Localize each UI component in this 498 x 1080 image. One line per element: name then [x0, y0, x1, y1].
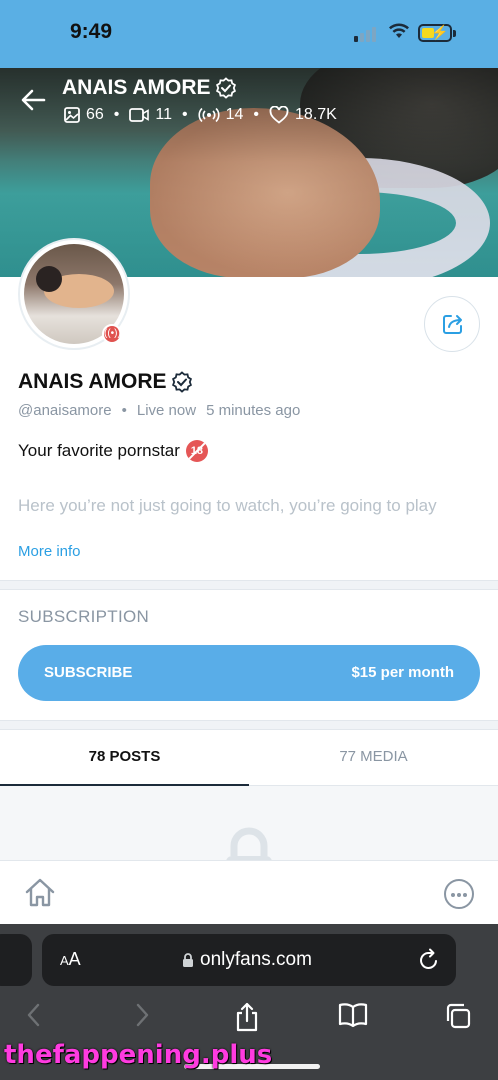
video-icon [129, 108, 150, 122]
meta-separator: • [121, 402, 127, 419]
adults-only-icon: 18 [185, 440, 208, 462]
subscribe-price: $15 per month [351, 664, 454, 681]
more-info-link[interactable]: More info [18, 543, 81, 560]
tab-media[interactable]: 77 MEDIA [249, 730, 498, 786]
battery-icon: ⚡ [418, 24, 456, 42]
share-icon [443, 315, 462, 334]
address-bar[interactable]: AA onlyfans.com [42, 934, 456, 986]
chevron-right-icon[interactable] [132, 1002, 152, 1028]
stat-separator: • [113, 106, 120, 123]
profile-name: ANAIS AMORE [18, 370, 193, 394]
last-seen: 5 minutes ago [206, 402, 301, 419]
bottom-nav [0, 860, 498, 924]
more-icon[interactable] [444, 879, 474, 909]
reader-settings-button[interactable]: AA [60, 949, 81, 970]
subscribe-button[interactable]: SUBSCRIBE $15 per month [18, 645, 480, 701]
bookmarks-icon[interactable] [338, 1002, 368, 1028]
bio-first-line: Your favorite pornstar 18 [18, 440, 208, 462]
subscription-heading: SUBSCRIPTION [18, 607, 150, 626]
cover-stats: 66 • 11 • 14 • 18.7K [64, 106, 337, 124]
live-badge-icon: ((•)) [102, 324, 122, 344]
profile-name-text: ANAIS AMORE [18, 370, 167, 393]
cellular-signal-icon [354, 26, 380, 42]
url-display: onlyfans.com [182, 949, 312, 971]
verified-icon [215, 77, 236, 99]
aa-text: A [68, 949, 81, 969]
share-sheet-icon[interactable] [234, 1002, 260, 1032]
photos-stat: 66 [64, 106, 104, 124]
share-button[interactable] [424, 296, 480, 352]
stat-separator: • [253, 106, 260, 123]
status-time: 9:49 [70, 20, 113, 43]
cover-title: ANAIS AMORE [62, 76, 237, 100]
tab-posts[interactable]: 78 POSTS [0, 730, 249, 786]
back-arrow-icon[interactable] [20, 88, 46, 112]
live-status: Live now [136, 402, 197, 419]
videos-count: 11 [155, 106, 173, 123]
locked-feed [0, 786, 498, 860]
bio-fade [0, 514, 498, 540]
streams-count: 14 [225, 106, 244, 123]
streams-stat: 14 [198, 106, 244, 124]
watermark-text: thefappening.plus [4, 1040, 273, 1070]
url-text: onlyfans.com [200, 949, 312, 970]
chevron-left-icon[interactable] [24, 1002, 44, 1028]
likes-stat: 18.7K [269, 106, 337, 124]
wifi-icon [389, 23, 409, 38]
profile-meta: @anaisamore • Live now 5 minutes ago [18, 402, 300, 419]
image-icon [64, 107, 80, 123]
stat-separator: • [182, 106, 188, 123]
bio-text: Your favorite pornstar [18, 441, 180, 460]
lock-icon [226, 827, 272, 860]
status-bar: 9:49 ⚡ [0, 0, 498, 68]
stream-icon [198, 107, 220, 123]
padlock-icon [183, 953, 193, 967]
profile-handle: @anaisamore [18, 402, 112, 419]
home-icon[interactable] [24, 877, 56, 909]
cover-profile-name: ANAIS AMORE [62, 76, 211, 99]
likes-count: 18.7K [295, 106, 337, 123]
verified-icon [171, 371, 192, 393]
tabs-icon[interactable] [444, 1002, 472, 1030]
bio-second-line: Here you’re not just going to watch, you… [18, 496, 437, 515]
section-divider [0, 580, 498, 590]
videos-stat: 11 [129, 106, 172, 124]
previous-tab[interactable] [0, 934, 32, 986]
heart-icon [269, 106, 289, 124]
photos-count: 66 [86, 106, 104, 123]
subscribe-label: SUBSCRIBE [44, 664, 133, 681]
reload-icon[interactable] [418, 948, 440, 972]
section-divider [0, 720, 498, 730]
content-tabs: 78 POSTS 77 MEDIA [0, 730, 498, 786]
